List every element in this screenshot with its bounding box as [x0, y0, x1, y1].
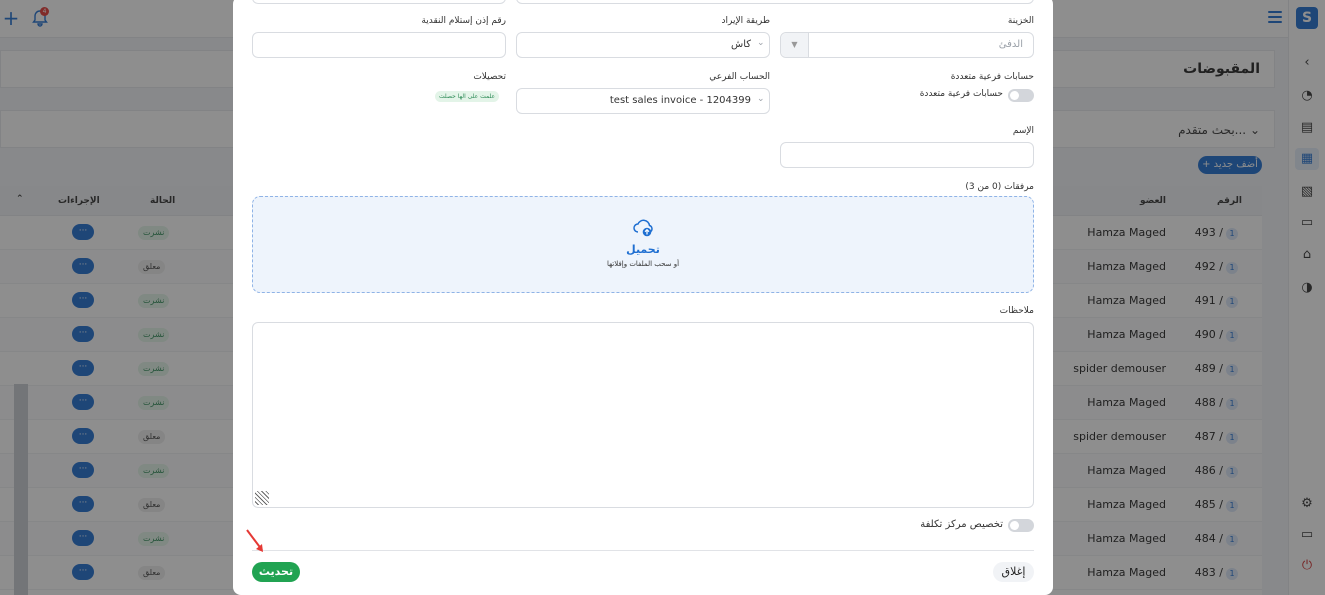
- footer-divider: [252, 550, 1034, 551]
- chevron-down-icon: ⌄: [757, 38, 765, 48]
- close-button[interactable]: إغلاق: [993, 562, 1034, 582]
- top-field-left[interactable]: [252, 0, 506, 4]
- dropdown-caret-icon[interactable]: ▼: [781, 33, 809, 57]
- sub-account-select[interactable]: test sales invoice - 1204399 ⌄: [516, 88, 770, 114]
- treasury-placeholder: الدفئ: [998, 39, 1023, 50]
- upload-subtitle: أو سحب الملفات وإفلاتها: [606, 260, 680, 268]
- treasury-select[interactable]: ▼ الدفئ: [780, 32, 1034, 58]
- income-method-value: كاش: [730, 39, 751, 50]
- multi-sub-toggle[interactable]: [1008, 89, 1034, 102]
- collections-label: تحصيلات: [473, 72, 506, 82]
- top-field-right[interactable]: [516, 0, 1034, 4]
- collections-badge: علمت على الها حصلت: [435, 91, 500, 102]
- resize-grip-icon[interactable]: [255, 491, 269, 505]
- notes-label: ملاحظات: [999, 306, 1034, 316]
- cash-receipt-input[interactable]: [252, 32, 506, 58]
- update-button[interactable]: تحديث: [252, 562, 300, 582]
- red-arrow-annotation-icon: [246, 529, 263, 552]
- name-label: الإسم: [1012, 126, 1034, 136]
- upload-dropzone[interactable]: تحميل أو سحب الملفات وإفلاتها: [252, 196, 1034, 293]
- notes-textarea[interactable]: [252, 322, 1034, 508]
- cloud-upload-icon: [633, 219, 653, 237]
- chevron-down-icon: ⌄: [757, 94, 765, 104]
- treasury-label: الخزينة: [1007, 16, 1034, 26]
- multi-sub-toggle-label: حسابات فرعية متعددة: [919, 89, 1003, 99]
- income-method-select[interactable]: كاش ⌄: [516, 32, 770, 58]
- attachments-label: مرفقات (0 من 3): [965, 182, 1034, 192]
- cost-center-label: تخصيص مركز تكلفة: [920, 519, 1003, 530]
- income-method-label: طريقة الإيراد: [721, 16, 771, 26]
- name-input[interactable]: [780, 142, 1034, 168]
- multi-sub-label: حسابات فرعية متعددة: [950, 72, 1034, 82]
- sub-account-label: الحساب الفرعي: [709, 72, 770, 82]
- sub-account-value: test sales invoice - 1204399: [609, 95, 751, 106]
- receipt-edit-modal: الخزينة ▼ الدفئ طريقة الإيراد كاش ⌄ رقم …: [233, 0, 1053, 595]
- upload-title[interactable]: تحميل: [253, 243, 1033, 256]
- cost-center-toggle[interactable]: [1008, 519, 1034, 532]
- cash-receipt-label: رقم إذن إستلام النقدية: [421, 16, 506, 26]
